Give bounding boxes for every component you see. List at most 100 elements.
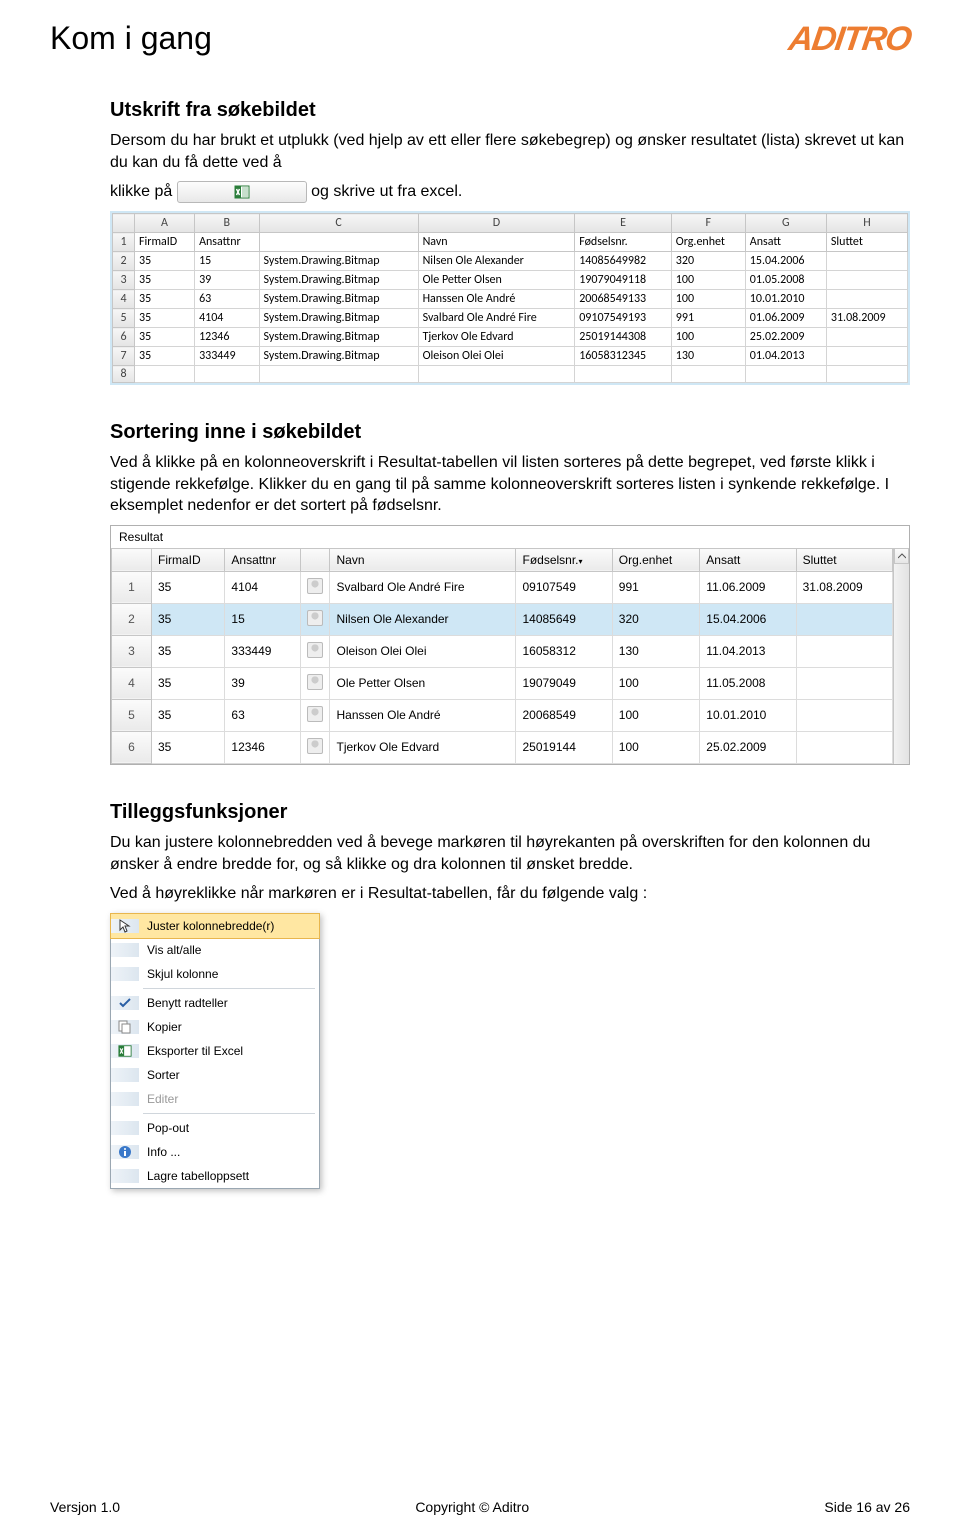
menu-item[interactable]: Sorter [111,1063,319,1087]
excel-row-header[interactable]: 4 [113,290,135,309]
grid-row-header[interactable]: 5 [112,699,152,731]
grid-row-header[interactable]: 3 [112,635,152,667]
table-row[interactable]: 23515Nilsen Ole Alexander1408564932015.0… [112,603,893,635]
excel-cell[interactable]: 14085649982 [575,252,672,271]
excel-cell[interactable]: 35 [135,271,195,290]
excel-cell[interactable]: 16058312345 [575,347,672,366]
excel-row-header[interactable]: 3 [113,271,135,290]
excel-cell[interactable]: 130 [671,347,745,366]
table-row[interactable]: 335333449Oleison Olei Olei1605831213011.… [112,635,893,667]
excel-cell[interactable] [826,290,907,309]
excel-row-header[interactable]: 8 [113,366,135,383]
excel-cell[interactable]: System.Drawing.Bitmap [259,309,418,328]
excel-cell[interactable] [259,233,418,252]
table-row[interactable]: 53563Hanssen Ole André2006854910010.01.2… [112,699,893,731]
excel-row-header[interactable]: 1 [113,233,135,252]
excel-cell[interactable]: Sluttet [826,233,907,252]
excel-cell[interactable]: 35 [135,328,195,347]
excel-cell[interactable]: 35 [135,347,195,366]
excel-cell[interactable]: 63 [195,290,259,309]
excel-cell[interactable]: System.Drawing.Bitmap [259,271,418,290]
excel-cell[interactable]: Navn [418,233,575,252]
excel-cell[interactable]: 25019144308 [575,328,672,347]
grid-col-navn[interactable]: Navn [330,548,516,571]
excel-cell[interactable]: 09107549193 [575,309,672,328]
excel-cell[interactable]: 01.05.2008 [745,271,826,290]
excel-cell[interactable] [826,252,907,271]
excel-cell[interactable]: System.Drawing.Bitmap [259,252,418,271]
excel-cell[interactable] [745,366,826,383]
excel-cell[interactable]: 31.08.2009 [826,309,907,328]
excel-row-header[interactable]: 6 [113,328,135,347]
excel-cell[interactable]: System.Drawing.Bitmap [259,347,418,366]
menu-item[interactable]: Juster kolonnebredde(r) [110,913,320,939]
excel-cell[interactable]: 35 [135,309,195,328]
excel-cell[interactable]: 333449 [195,347,259,366]
excel-col-header[interactable]: G [745,214,826,233]
excel-cell[interactable]: 01.04.2013 [745,347,826,366]
excel-cell[interactable]: Org.enhet [671,233,745,252]
excel-cell[interactable]: 01.06.2009 [745,309,826,328]
grid-corner[interactable] [112,548,152,571]
excel-cell[interactable]: Tjerkov Ole Edvard [418,328,575,347]
excel-cell[interactable]: 20068549133 [575,290,672,309]
excel-cell[interactable]: 15.04.2006 [745,252,826,271]
menu-item[interactable]: Pop-out [111,1116,319,1140]
excel-cell[interactable]: 320 [671,252,745,271]
excel-cell[interactable] [195,366,259,383]
excel-cell[interactable]: 19079049118 [575,271,672,290]
excel-row-header[interactable]: 7 [113,347,135,366]
menu-item[interactable]: Eksporter til Excel [111,1039,319,1063]
excel-cell[interactable]: 15 [195,252,259,271]
excel-cell[interactable]: 10.01.2010 [745,290,826,309]
excel-row-header[interactable]: 2 [113,252,135,271]
grid-row-header[interactable]: 2 [112,603,152,635]
excel-cell[interactable] [135,366,195,383]
excel-cell[interactable]: 12346 [195,328,259,347]
excel-cell[interactable]: 100 [671,328,745,347]
excel-col-header[interactable]: E [575,214,672,233]
excel-col-header[interactable]: B [195,214,259,233]
excel-cell[interactable]: System.Drawing.Bitmap [259,328,418,347]
grid-col-orgenhet[interactable]: Org.enhet [612,548,700,571]
scrollbar[interactable] [893,548,909,764]
excel-cell[interactable]: 991 [671,309,745,328]
excel-cell[interactable]: Nilsen Ole Alexander [418,252,575,271]
menu-item[interactable]: Benytt radteller [111,991,319,1015]
grid-row-header[interactable]: 6 [112,731,152,763]
excel-cell[interactable]: Svalbard Ole André Fire [418,309,575,328]
excel-cell[interactable] [826,328,907,347]
grid-row-header[interactable]: 1 [112,571,152,603]
excel-cell[interactable] [826,366,907,383]
excel-col-header[interactable]: D [418,214,575,233]
excel-cell[interactable]: 100 [671,290,745,309]
excel-cell[interactable]: Hanssen Ole André [418,290,575,309]
excel-cell[interactable] [826,271,907,290]
grid-col-fodselsnr[interactable]: Fødselsnr.▾ [516,548,612,571]
excel-col-header[interactable]: H [826,214,907,233]
excel-cell[interactable] [671,366,745,383]
excel-cell[interactable]: 4104 [195,309,259,328]
menu-item[interactable]: Skjul kolonne [111,962,319,986]
excel-corner-cell[interactable] [113,214,135,233]
table-row[interactable]: 43539Ole Petter Olsen1907904910011.05.20… [112,667,893,699]
excel-export-button[interactable] [177,181,307,203]
excel-cell[interactable] [826,347,907,366]
grid-col-sluttet[interactable]: Sluttet [796,548,892,571]
excel-row-header[interactable]: 5 [113,309,135,328]
excel-cell[interactable]: Ansattnr [195,233,259,252]
excel-cell[interactable]: 35 [135,290,195,309]
grid-col-ansattnr[interactable]: Ansattnr [225,548,301,571]
excel-cell[interactable]: 25.02.2009 [745,328,826,347]
excel-cell[interactable] [418,366,575,383]
excel-cell[interactable]: FirmaID [135,233,195,252]
excel-col-header[interactable]: F [671,214,745,233]
excel-cell[interactable]: 39 [195,271,259,290]
excel-cell[interactable]: Oleison Olei Olei [418,347,575,366]
table-row[interactable]: 1354104Svalbard Ole André Fire0910754999… [112,571,893,603]
excel-cell[interactable] [575,366,672,383]
table-row[interactable]: 63512346Tjerkov Ole Edvard2501914410025.… [112,731,893,763]
excel-cell[interactable] [259,366,418,383]
grid-row-header[interactable]: 4 [112,667,152,699]
menu-item[interactable]: Vis alt/alle [111,938,319,962]
